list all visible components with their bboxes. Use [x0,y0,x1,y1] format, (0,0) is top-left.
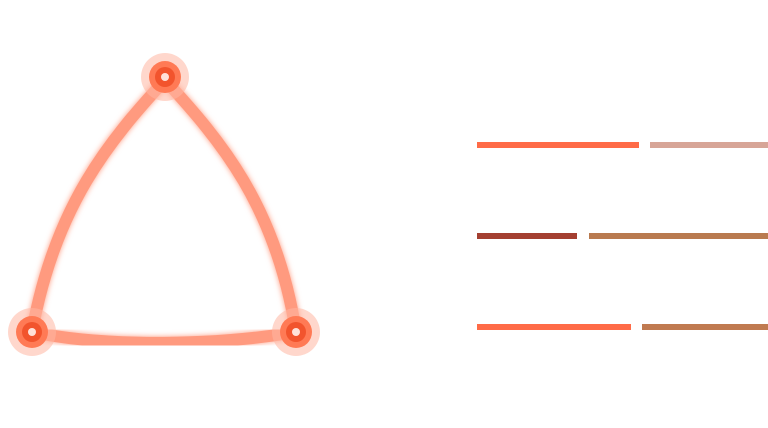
node-bottom-right [272,308,320,356]
edge-right [159,74,302,338]
edge-bottom [26,326,302,349]
placeholder-line [642,324,768,330]
node-top [141,53,189,101]
placeholder-line [650,142,768,148]
placeholder-line [477,142,639,148]
placeholder-line [589,233,768,239]
node-bottom-left [8,308,56,356]
curved-triangle-graphic [8,53,320,356]
edge-left [26,74,171,338]
placeholder-line [477,233,577,239]
loading-stage [0,0,768,428]
placeholder-line [477,324,631,330]
